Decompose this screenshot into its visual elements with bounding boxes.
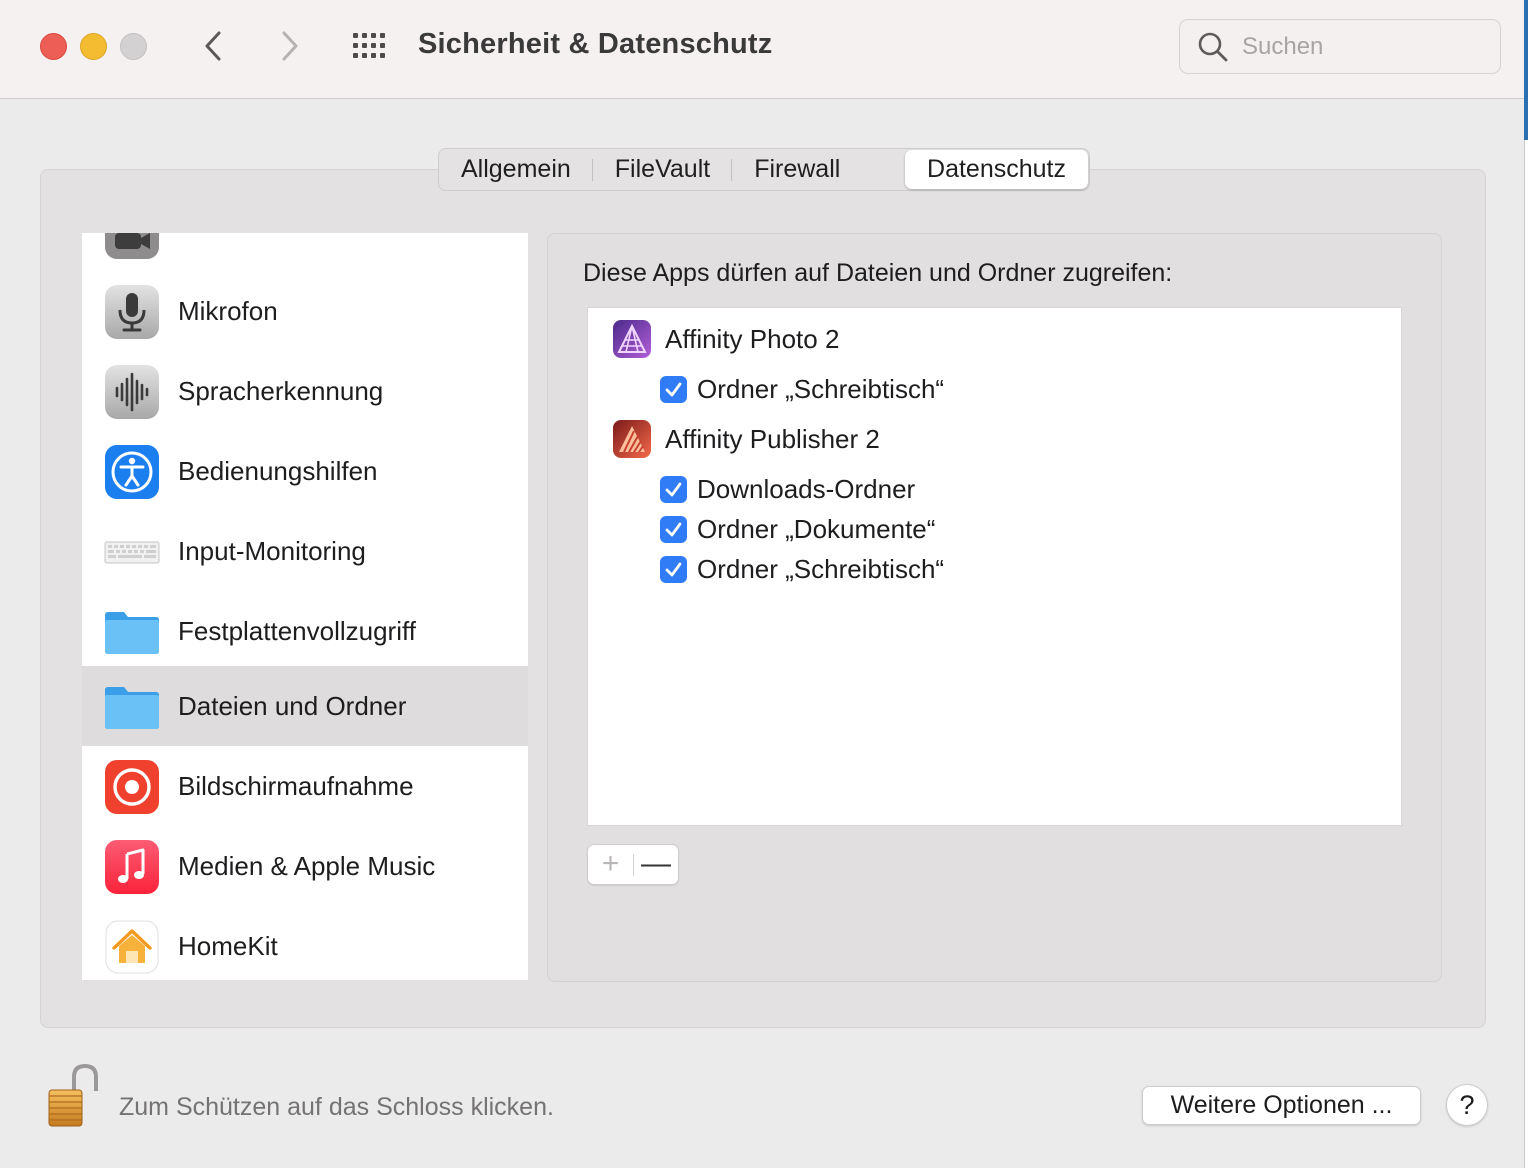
search-icon: [1198, 32, 1228, 62]
sidebar-item-mikrofon[interactable]: Mikrofon: [82, 271, 528, 351]
grid-icon: [353, 33, 385, 58]
sidebar-item-spracherkennung[interactable]: Spracherkennung: [82, 351, 528, 431]
sidebar-item-label: HomeKit: [178, 930, 278, 961]
panel-heading: Diese Apps dürfen auf Dateien und Ordner…: [583, 259, 1173, 287]
title-bar: Sicherheit & Datenschutz: [0, 0, 1524, 99]
chevron-left-icon: [205, 31, 221, 61]
tab-bar: Allgemein FileVault Firewall Datenschutz: [438, 148, 1090, 191]
camera-icon: [105, 233, 159, 259]
sidebar-item-dateien-und-ordner[interactable]: Dateien und Ordner: [82, 666, 528, 746]
app-row-affinity-photo[interactable]: Affinity Photo 2: [612, 318, 839, 360]
show-all-button[interactable]: [352, 31, 388, 61]
microphone-icon: [105, 285, 159, 339]
sidebar-item-bildschirmaufnahme[interactable]: Bildschirmaufnahme: [82, 746, 528, 826]
search-field[interactable]: [1179, 19, 1501, 74]
folder-icon: [105, 687, 159, 729]
sidebar-item-homekit[interactable]: HomeKit: [82, 906, 528, 980]
sidebar-item-label: Spracherkennung: [178, 375, 384, 406]
sidebar-item-label: Dateien und Ordner: [178, 690, 407, 721]
checkmark-icon: [665, 562, 682, 576]
permission-checkbox[interactable]: [660, 515, 687, 543]
permission-row[interactable]: Downloads-Ordner: [660, 473, 915, 505]
permission-label: Downloads-Ordner: [697, 473, 916, 504]
sidebar-item-festplattenvollzugriff[interactable]: Festplattenvollzugriff: [82, 591, 528, 671]
sidebar-item-label: Bedienungshilfen: [178, 455, 378, 486]
lock-hint-text: Zum Schützen auf das Schloss klicken.: [119, 1093, 554, 1121]
privacy-category-list[interactable]: Mikrofon Spracherkennung Bedienungshilfe…: [82, 233, 528, 980]
permission-checkbox[interactable]: [660, 475, 687, 503]
affinity-photo-icon: [613, 320, 651, 358]
app-row-affinity-publisher[interactable]: Affinity Publisher 2: [612, 418, 880, 460]
zoom-window-button[interactable]: [120, 33, 147, 60]
remove-button[interactable]: —: [634, 845, 678, 884]
permission-checkbox[interactable]: [660, 555, 687, 583]
more-options-button[interactable]: Weitere Optionen ...: [1142, 1086, 1421, 1125]
music-icon: [105, 840, 159, 894]
checkmark-icon: [665, 382, 682, 396]
tab-datenschutz[interactable]: Datenschutz: [905, 150, 1088, 189]
sidebar-item-partial[interactable]: [82, 233, 528, 271]
lock-button[interactable]: [44, 1063, 100, 1129]
add-button[interactable]: +: [588, 845, 633, 884]
add-remove-control: + —: [587, 844, 679, 885]
sidebar-item-input-monitoring[interactable]: Input-Monitoring: [82, 511, 528, 591]
permission-row[interactable]: Ordner „Dokumente“: [660, 513, 935, 545]
permission-label: Ordner „Schreibtisch“: [697, 373, 945, 404]
preferences-window: Sicherheit & Datenschutz Allgemein FileV…: [0, 0, 1525, 1168]
close-window-button[interactable]: [40, 33, 67, 60]
screen-recording-icon: [105, 760, 159, 814]
app-name: Affinity Photo 2: [665, 323, 840, 354]
affinity-publisher-icon: [613, 420, 651, 458]
sidebar-item-label: Bildschirmaufnahme: [178, 770, 414, 801]
forward-button[interactable]: [272, 28, 308, 64]
accessibility-icon: [105, 445, 159, 499]
keyboard-icon: [104, 541, 160, 564]
app-name: Affinity Publisher 2: [665, 423, 880, 454]
home-icon: [105, 920, 159, 974]
sidebar-item-label: Medien & Apple Music: [178, 850, 436, 881]
search-input[interactable]: [1240, 28, 1484, 66]
window-title: Sicherheit & Datenschutz: [418, 28, 773, 60]
tab-filevault[interactable]: FileVault: [593, 149, 733, 190]
unlocked-padlock-icon: [48, 1063, 98, 1127]
permission-row[interactable]: Ordner „Schreibtisch“: [660, 553, 944, 585]
chevron-right-icon: [282, 31, 298, 61]
permission-checkbox[interactable]: [660, 375, 687, 403]
permission-label: Ordner „Dokumente“: [697, 513, 936, 544]
tab-allgemein[interactable]: Allgemein: [439, 149, 593, 190]
permission-label: Ordner „Schreibtisch“: [697, 553, 945, 584]
sidebar-item-label: Mikrofon: [178, 295, 278, 326]
checkmark-icon: [665, 522, 682, 536]
checkmark-icon: [665, 482, 682, 496]
sidebar-item-medien-apple-music[interactable]: Medien & Apple Music: [82, 826, 528, 906]
back-button[interactable]: [196, 28, 232, 64]
help-button[interactable]: ?: [1446, 1084, 1488, 1126]
tab-firewall[interactable]: Firewall: [732, 149, 862, 190]
sidebar-item-bedienungshilfen[interactable]: Bedienungshilfen: [82, 431, 528, 511]
waveform-icon: [105, 365, 159, 419]
folder-icon: [105, 612, 159, 654]
minimize-window-button[interactable]: [80, 33, 107, 60]
background-edge: [1524, 0, 1528, 140]
permission-row[interactable]: Ordner „Schreibtisch“: [660, 373, 944, 405]
sidebar-item-label: Festplattenvollzugriff: [178, 615, 416, 646]
sidebar-item-label: Input-Monitoring: [178, 535, 366, 566]
